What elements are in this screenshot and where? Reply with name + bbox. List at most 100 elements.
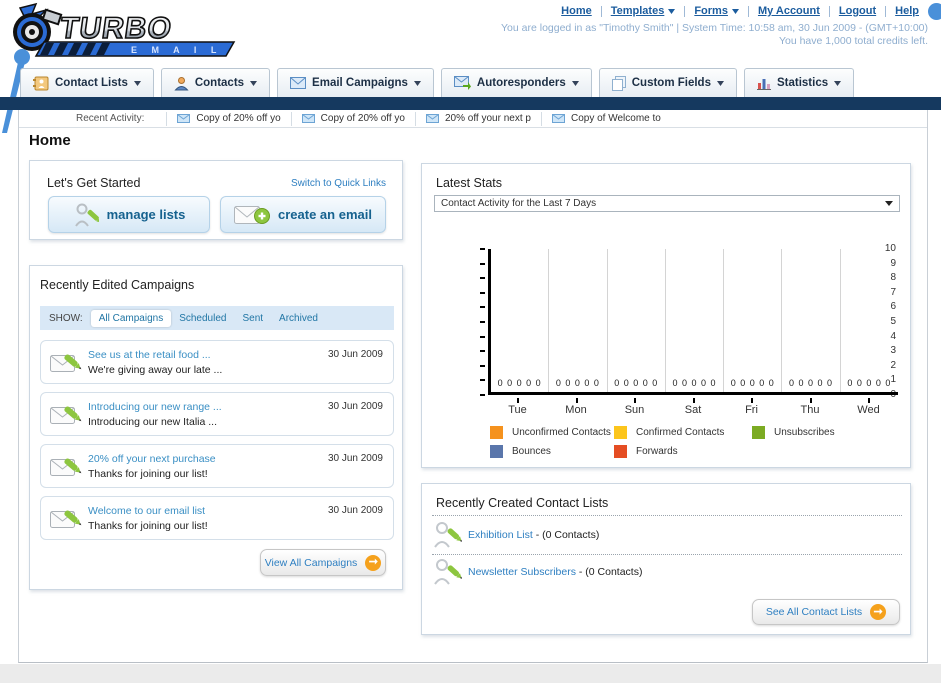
stats-report-select[interactable]: Contact Activity for the Last 7 Days xyxy=(434,195,900,212)
campaign-date: 30 Jun 2009 xyxy=(327,453,383,464)
show-label: SHOW: xyxy=(49,312,83,324)
contact-list-count: - (0 Contacts) xyxy=(575,566,643,578)
contact-list-link[interactable]: Newsletter Subscribers xyxy=(468,566,576,578)
recent-activity-label: Recent Activity: xyxy=(76,113,145,124)
zero-values-label: 0 0 0 0 0 xyxy=(672,378,717,388)
page-title: Home xyxy=(29,132,71,149)
contact-list-link[interactable]: Exhibition List xyxy=(468,529,533,541)
zero-values-label: 0 0 0 0 0 xyxy=(614,378,659,388)
recent-activity-bar: Recent Activity: Copy of 20% off yo Copy… xyxy=(19,110,927,128)
navy-divider-bar xyxy=(0,97,941,110)
recent-activity-item[interactable]: Copy of 20% off yo xyxy=(290,111,415,126)
envelope-pencil-icon xyxy=(50,510,82,528)
nav-link-help[interactable]: Help xyxy=(886,5,928,17)
chart-day-column: 0 0 0 0 0 xyxy=(608,249,666,392)
tick-mark xyxy=(693,398,695,403)
chart-day-column: 0 0 0 0 0 xyxy=(724,249,783,392)
campaign-row[interactable]: 20% off your next purchase Thanks for jo… xyxy=(40,444,394,488)
tab-statistics[interactable]: Statistics xyxy=(743,68,855,97)
filter-all-campaigns[interactable]: All Campaigns xyxy=(90,309,172,327)
tick-mark xyxy=(810,398,812,403)
arrow-right-icon: ➞ xyxy=(365,554,382,571)
campaign-subtitle: We're giving away our late ... xyxy=(88,364,223,376)
tab-contacts[interactable]: Contacts xyxy=(160,68,271,97)
campaign-title-link[interactable]: Introducing our new range ... xyxy=(88,401,222,413)
latest-stats-title: Latest Stats xyxy=(436,176,503,190)
see-all-contact-lists-button[interactable]: See All Contact Lists ➞ xyxy=(752,599,900,625)
chevron-down-icon xyxy=(731,8,739,14)
chevron-down-icon xyxy=(834,80,842,86)
recent-activity-item[interactable]: 20% off your next p xyxy=(414,111,541,126)
chart-day-column: 0 0 0 0 0 xyxy=(841,249,898,392)
envelope-plus-icon xyxy=(234,205,271,224)
campaigns-title: Recently Edited Campaigns xyxy=(40,278,195,292)
legend-swatch xyxy=(490,445,503,458)
legend-unconfirmed-contacts: Unconfirmed Contacts xyxy=(490,426,611,439)
zero-values-label: 0 0 0 0 0 xyxy=(497,378,542,388)
contact-card-icon xyxy=(33,76,49,90)
view-all-campaigns-button[interactable]: View All Campaigns ➞ xyxy=(260,549,386,576)
tab-contact-lists[interactable]: Contact Lists xyxy=(20,68,154,97)
campaign-title-link[interactable]: Welcome to our email list xyxy=(88,505,205,517)
create-email-button[interactable]: create an email xyxy=(220,196,386,233)
turbo-email-logo: TURBO E M A I L xyxy=(13,2,236,57)
tab-email-campaigns[interactable]: Email Campaigns xyxy=(277,68,434,97)
tab-autoresponders[interactable]: Autoresponders xyxy=(440,68,592,97)
zero-values-label: 0 0 0 0 0 xyxy=(555,378,600,388)
envelope-icon xyxy=(290,77,307,89)
campaign-date: 30 Jun 2009 xyxy=(327,505,383,516)
contact-lists-title: Recently Created Contact Lists xyxy=(436,496,609,510)
nav-link-templates[interactable]: Templates xyxy=(602,5,685,17)
envelope-icon xyxy=(551,114,565,123)
nav-link-forms[interactable]: Forms xyxy=(685,5,748,17)
tick-mark xyxy=(480,248,485,250)
filter-scheduled[interactable]: Scheduled xyxy=(171,310,234,327)
app-window: TURBO E M A I L Home Templates Forms My … xyxy=(0,0,941,683)
recent-activity-item[interactable]: Copy of Welcome to xyxy=(540,111,671,126)
contact-list-item[interactable]: Exhibition List - (0 Contacts) xyxy=(432,520,599,550)
recent-activity-item[interactable]: Copy of 20% off yo xyxy=(166,111,290,126)
contact-activity-chart: 0 0 0 0 0 0 0 0 0 0 0 0 0 0 0 0 0 0 0 0 … xyxy=(488,249,898,395)
legend-swatch xyxy=(490,426,503,439)
filter-archived[interactable]: Archived xyxy=(271,310,326,327)
tick-mark xyxy=(480,394,485,396)
campaign-row[interactable]: Welcome to our email list Thanks for joi… xyxy=(40,496,394,540)
manage-lists-button[interactable]: manage lists xyxy=(48,196,210,233)
filter-sent[interactable]: Sent xyxy=(234,310,271,327)
tick-mark xyxy=(517,398,519,403)
campaign-title-link[interactable]: See us at the retail food ... xyxy=(88,349,211,361)
tick-mark xyxy=(480,379,485,382)
campaign-title-link[interactable]: 20% off your next purchase xyxy=(88,453,216,465)
bar-chart-icon xyxy=(756,79,771,90)
campaign-date: 30 Jun 2009 xyxy=(327,349,383,360)
campaign-row[interactable]: See us at the retail food ... We're givi… xyxy=(40,340,394,384)
nav-link-home[interactable]: Home xyxy=(552,5,601,17)
envelope-pencil-icon xyxy=(50,458,82,476)
campaign-subtitle: Introducing our new Italia ... xyxy=(88,416,217,428)
tick-mark xyxy=(634,398,636,403)
chevron-down-icon xyxy=(133,80,141,86)
header-nav: Home Templates Forms My Account Logout H… xyxy=(552,5,928,17)
tick-mark xyxy=(480,364,485,367)
zero-values-label: 0 0 0 0 0 xyxy=(847,378,892,388)
tick-mark xyxy=(480,291,485,294)
tab-custom-fields[interactable]: Custom Fields xyxy=(598,68,737,97)
pages-icon xyxy=(611,75,626,91)
campaign-row[interactable]: Introducing our new range ... Introducin… xyxy=(40,392,394,436)
switch-quick-links-link[interactable]: Switch to Quick Links xyxy=(291,178,386,189)
envelope-icon xyxy=(425,114,439,123)
divider xyxy=(432,515,902,516)
nav-link-my-account[interactable]: My Account xyxy=(749,5,829,17)
contact-list-item[interactable]: Newsletter Subscribers - (0 Contacts) xyxy=(432,557,642,587)
campaigns-panel: Recently Edited Campaigns SHOW: All Camp… xyxy=(29,265,403,590)
zero-values-label: 0 0 0 0 0 xyxy=(789,378,834,388)
footer-strip xyxy=(0,664,941,683)
main-nav-tabs: Contact Lists Contacts Email Campaigns A… xyxy=(20,68,855,97)
latest-stats-panel: Latest Stats Contact Activity for the La… xyxy=(421,163,911,468)
nav-link-logout[interactable]: Logout xyxy=(830,5,885,17)
legend-swatch xyxy=(614,426,627,439)
chart-day-column: 0 0 0 0 0 xyxy=(549,249,608,392)
legend-forwards: Forwards xyxy=(614,445,678,458)
tick-mark xyxy=(576,398,578,403)
tick-mark xyxy=(751,398,753,403)
